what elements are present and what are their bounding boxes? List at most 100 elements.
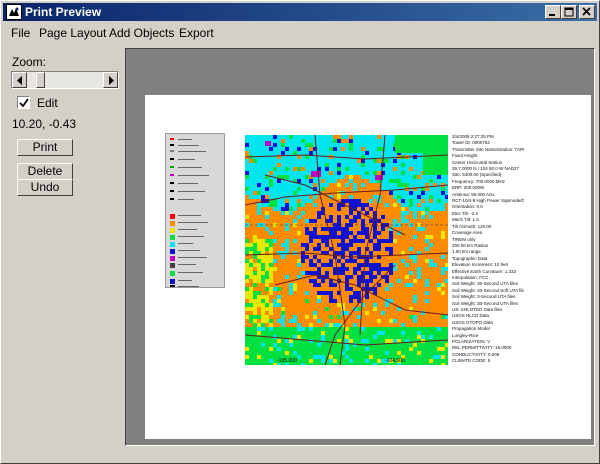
map-cell	[441, 255, 445, 259]
close-button[interactable]	[579, 5, 595, 19]
map-cell	[369, 279, 373, 283]
map-cell	[369, 251, 373, 255]
map-cell	[353, 331, 357, 335]
map-cell	[333, 151, 337, 155]
map-cell	[405, 191, 409, 195]
edit-checkbox[interactable]	[17, 96, 30, 109]
map-cell	[317, 271, 321, 275]
map-cell	[257, 143, 261, 147]
map-cell	[261, 355, 265, 359]
map-cell	[349, 239, 353, 243]
map-cell	[381, 183, 385, 187]
map-legend[interactable]	[165, 133, 225, 288]
legend-text	[178, 139, 192, 140]
map-cell	[353, 235, 357, 239]
map-cell	[269, 347, 273, 351]
legend-swatch	[170, 235, 175, 240]
map-cell	[269, 163, 273, 167]
info-line: Effective Earth Curvature: 1.333	[452, 268, 516, 274]
map-cell	[281, 331, 285, 335]
map-cell	[413, 207, 417, 211]
map-cell	[357, 359, 361, 363]
map-cell	[329, 323, 333, 327]
map-cell	[433, 179, 437, 183]
map-cell	[413, 211, 417, 215]
map-cell	[369, 327, 373, 331]
map-cell	[445, 279, 448, 283]
map-cell	[445, 263, 448, 267]
map-cell	[385, 267, 389, 271]
map-cell	[261, 295, 265, 299]
map-cell	[357, 231, 361, 235]
menu-export[interactable]: Export	[179, 26, 214, 40]
map-cell	[349, 175, 353, 179]
map-cell	[361, 227, 365, 231]
map-cell	[253, 307, 257, 311]
map-cell	[289, 331, 293, 335]
slider-left-arrow[interactable]	[12, 72, 27, 88]
menu-page-layout[interactable]: Page Layout	[39, 26, 106, 40]
map-cell	[389, 143, 393, 147]
legend-swatch	[170, 249, 175, 254]
legend-text	[178, 243, 193, 244]
site-info-text[interactable]: 2/4/2005 2:27:25 PM Tower ID: 0000752 Tran…	[452, 134, 524, 364]
map-cell	[297, 355, 301, 359]
map-cell	[349, 363, 353, 365]
map-cell	[257, 299, 261, 303]
map-cell	[257, 275, 261, 279]
map-cell	[265, 299, 269, 303]
map-cell	[257, 183, 261, 187]
menu-add-objects[interactable]: Add Objects	[109, 26, 174, 40]
map-cell	[273, 179, 277, 183]
map-cell	[405, 219, 409, 223]
map-cell	[389, 159, 393, 163]
map-cell	[313, 355, 317, 359]
map-cell	[293, 287, 297, 291]
map-cell	[273, 183, 277, 187]
map-cell	[349, 355, 353, 359]
map-cell	[257, 271, 261, 275]
minimize-icon	[549, 14, 555, 16]
map-cell	[265, 351, 269, 355]
print-button[interactable]: Print	[17, 139, 73, 156]
map-cell	[273, 339, 277, 343]
map-cell	[261, 179, 265, 183]
map-cell	[277, 183, 281, 187]
map-cell	[353, 259, 357, 263]
map-cell	[361, 167, 365, 171]
map-cell	[377, 339, 381, 343]
zoom-slider[interactable]	[11, 71, 119, 89]
map-cell	[441, 175, 445, 179]
map-cell	[409, 191, 413, 195]
map-cell	[369, 159, 373, 163]
map-cell	[373, 307, 377, 311]
map-cell	[245, 291, 249, 295]
minimize-button[interactable]	[545, 5, 561, 19]
maximize-button[interactable]	[561, 5, 577, 19]
delete-button[interactable]: Delete	[17, 163, 73, 180]
map-cell	[333, 171, 337, 175]
map-cell	[257, 331, 261, 335]
menu-file[interactable]: File	[11, 26, 30, 40]
map-cell	[329, 219, 333, 223]
map-cell	[373, 351, 377, 355]
map-cell	[285, 251, 289, 255]
slider-right-arrow[interactable]	[103, 72, 118, 88]
map-cell	[381, 351, 385, 355]
map-cell	[301, 191, 305, 195]
map-cell	[341, 271, 345, 275]
map-cell	[249, 295, 253, 299]
map-cell	[413, 279, 417, 283]
map-cell	[269, 351, 273, 355]
map-cell	[337, 351, 341, 355]
map-cell	[393, 219, 397, 223]
map-cell	[361, 151, 365, 155]
coverage-map[interactable]: -105.000 -104.500	[245, 135, 448, 365]
undo-button[interactable]: Undo	[17, 179, 73, 196]
map-cell	[313, 247, 317, 251]
slider-thumb[interactable]	[36, 72, 45, 88]
map-cell	[277, 319, 281, 323]
map-cell	[285, 159, 289, 163]
map-cell	[353, 267, 357, 271]
map-cell	[273, 331, 277, 335]
